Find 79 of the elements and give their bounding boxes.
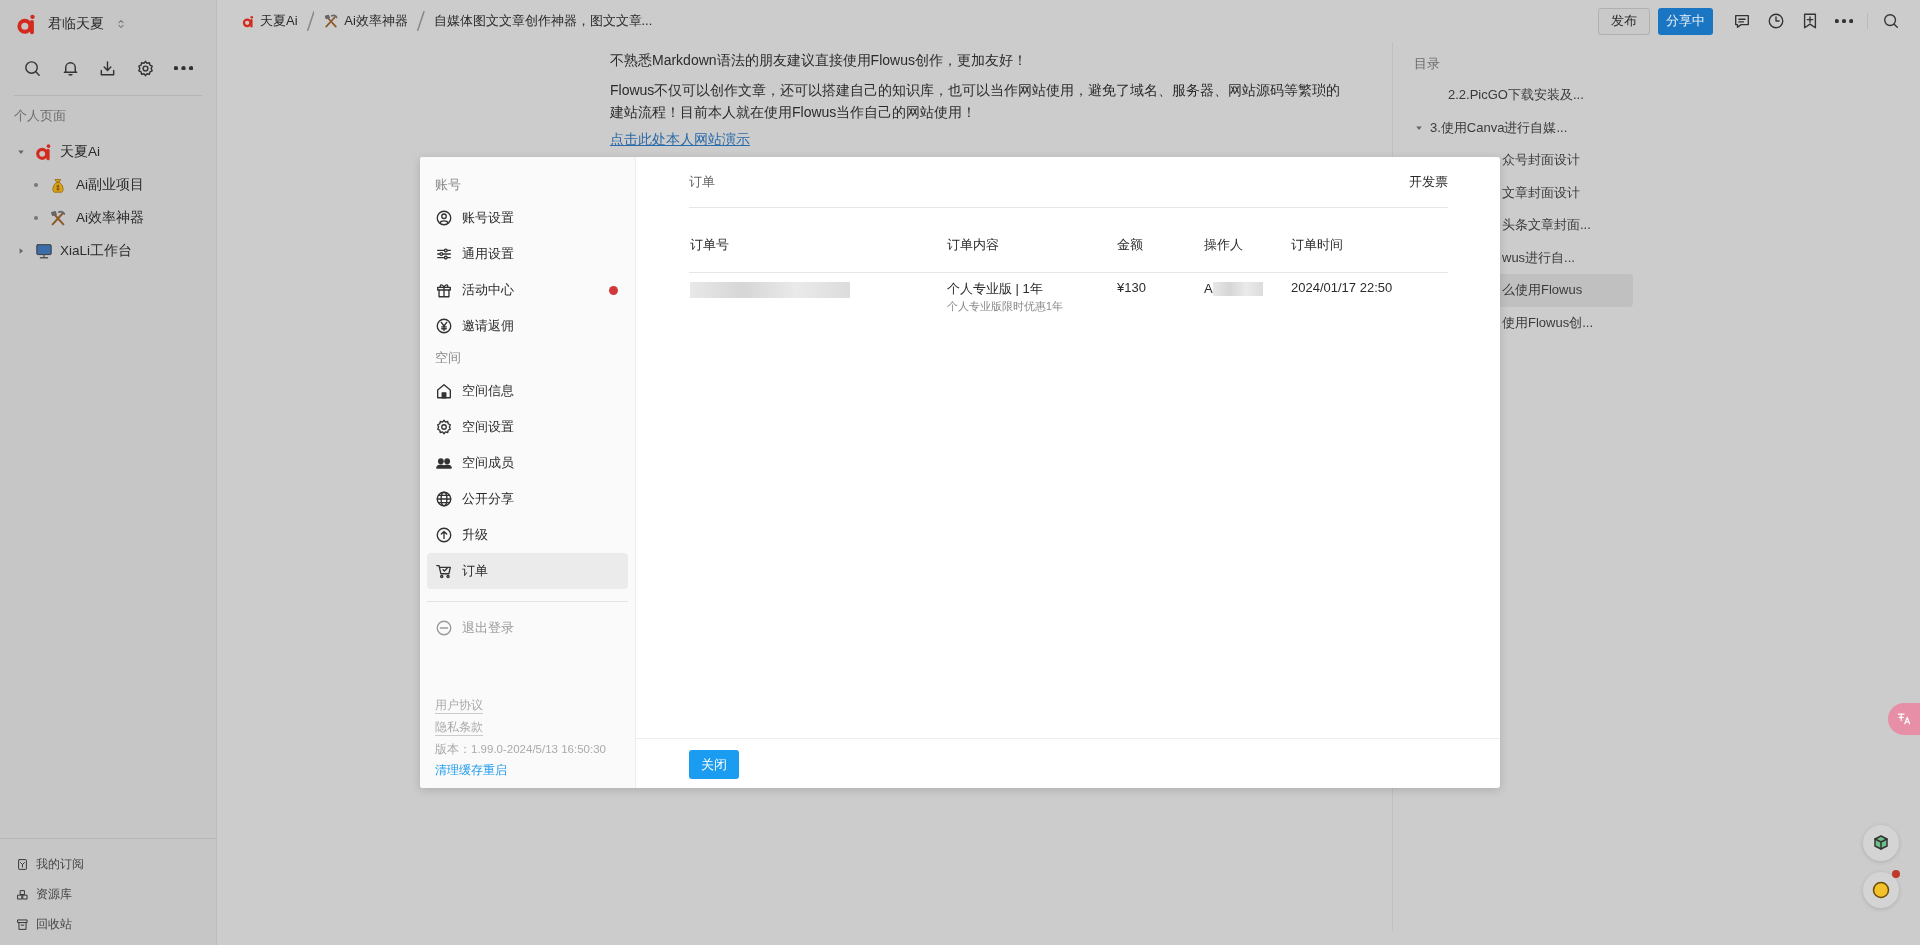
gift-icon xyxy=(435,281,453,299)
monitor-icon xyxy=(35,241,53,260)
table-cell: 2024/01/17 22:50 xyxy=(1291,280,1393,295)
globe-icon xyxy=(435,490,453,508)
hammer-pick-icon xyxy=(49,208,67,227)
settings-nav-item[interactable]: 升级 xyxy=(427,517,628,553)
more-icon xyxy=(1835,18,1853,24)
breadcrumb-link[interactable]: 天夏Ai xyxy=(239,10,301,32)
settings-nav-item[interactable]: 账号设置 xyxy=(427,200,628,236)
column-header: 金额 xyxy=(1116,218,1203,273)
toc-item[interactable]: 3.使用Canva进行自媒... xyxy=(1393,111,1633,144)
table-cell-text: 个人专业版 | 1年 xyxy=(947,280,1044,298)
breadcrumb-link[interactable]: Ai效率神器 xyxy=(320,10,411,32)
search-icon xyxy=(22,58,42,78)
slash-icon xyxy=(416,11,425,31)
settings-nav-item[interactable]: 通用设置 xyxy=(427,236,628,272)
column-header: 操作人 xyxy=(1203,218,1290,273)
share-button[interactable]: 分享中 xyxy=(1658,7,1713,35)
subscribe-icon xyxy=(16,857,29,871)
logo-icon xyxy=(242,14,255,28)
settings-nav-item[interactable]: 空间设置 xyxy=(427,409,628,445)
sidebar-link[interactable]: 回收站 xyxy=(16,909,200,939)
logo-icon xyxy=(16,13,38,35)
page-tree-item[interactable]: Ai效率神器 xyxy=(14,201,202,234)
toc-title: 目录 xyxy=(1413,55,1441,73)
comment-icon xyxy=(1733,12,1751,30)
paragraph: Flowus不仅可以创作文章，还可以搭建自己的知识库，也可以当作网站使用，避免了域名、服务器、网站源码等繁琐的建站流程！目前本人就在使用Flowus当作自己的网站使用！ xyxy=(610,81,1342,122)
settings-icon xyxy=(136,58,156,78)
bullet-icon xyxy=(34,215,38,220)
trash-icon xyxy=(16,917,29,931)
more-icon xyxy=(174,65,194,71)
cart-icon xyxy=(435,562,453,580)
workspace-name[interactable]: 君临天夏 xyxy=(48,15,104,33)
panel-title: 订单 xyxy=(689,173,715,191)
settings-nav-item[interactable]: 公开分享 xyxy=(427,481,628,517)
settings-nav-item[interactable]: 活动中心 xyxy=(427,272,628,308)
minus-circle-icon xyxy=(435,619,453,637)
library-icon xyxy=(16,887,29,901)
page-tree-item[interactable]: Ai副业项目 xyxy=(14,168,202,201)
table-cell: A xyxy=(1204,280,1213,296)
paragraph: 不熟悉Markdown语法的朋友建议直接使用Flowus创作，更加友好！ xyxy=(610,51,1028,70)
column-header: 订单内容 xyxy=(946,218,1116,273)
toc-item[interactable]: 2.2.PicGO下载安装及... xyxy=(1393,79,1633,112)
website-link[interactable]: 点击此处本人网站演示 xyxy=(610,131,750,149)
version-text: 版本：1.99.0-2024/5/13 16:50:30 xyxy=(435,742,606,757)
table-cell-note: 个人专业版限时优惠1年 xyxy=(947,300,1064,314)
bullet-icon xyxy=(34,182,38,187)
hammer-pick-icon xyxy=(323,13,340,29)
column-header: 订单时间 xyxy=(1290,218,1448,273)
page-tree-item[interactable]: XiaLi工作台 xyxy=(14,234,202,267)
breadcrumb-link[interactable]: 自媒体图文文章创作神器，图文文章... xyxy=(430,10,656,32)
column-header: 订单号 xyxy=(689,218,946,273)
slash-icon xyxy=(306,11,315,31)
user-circle-icon xyxy=(435,209,453,227)
box-button[interactable] xyxy=(1863,825,1899,861)
settings-nav-item[interactable]: 空间信息 xyxy=(427,373,628,409)
box-icon xyxy=(1871,833,1891,853)
search-icon xyxy=(1882,12,1900,30)
settings-nav-item[interactable]: 订单 xyxy=(427,553,628,589)
section-label: 个人页面 xyxy=(14,107,67,125)
bookmark-add-icon xyxy=(1801,12,1819,30)
logo-icon xyxy=(35,142,53,161)
sidebar-link[interactable]: 资源库 xyxy=(16,879,200,909)
settings-icon xyxy=(435,418,453,436)
publish-button[interactable]: 发布 xyxy=(1598,7,1650,35)
sidebar-link[interactable]: 我的订阅 xyxy=(16,849,200,879)
group-label: 账号 xyxy=(434,176,462,194)
settings-nav-item[interactable]: 邀请返佣 xyxy=(427,308,628,344)
house-icon xyxy=(435,382,453,400)
invoice-link[interactable]: 开发票 xyxy=(1409,173,1448,191)
assistant-button[interactable] xyxy=(1863,872,1899,908)
yen-icon xyxy=(435,317,453,335)
clock-icon xyxy=(1767,12,1785,30)
translate-icon xyxy=(1896,711,1912,727)
settings-nav-item[interactable]: 空间成员 xyxy=(427,445,628,481)
page-tree-item[interactable]: 天夏Ai xyxy=(14,135,202,168)
sliders-icon xyxy=(435,245,453,263)
group-label: 空间 xyxy=(434,349,462,367)
table-cell: ¥130 xyxy=(1117,280,1146,295)
